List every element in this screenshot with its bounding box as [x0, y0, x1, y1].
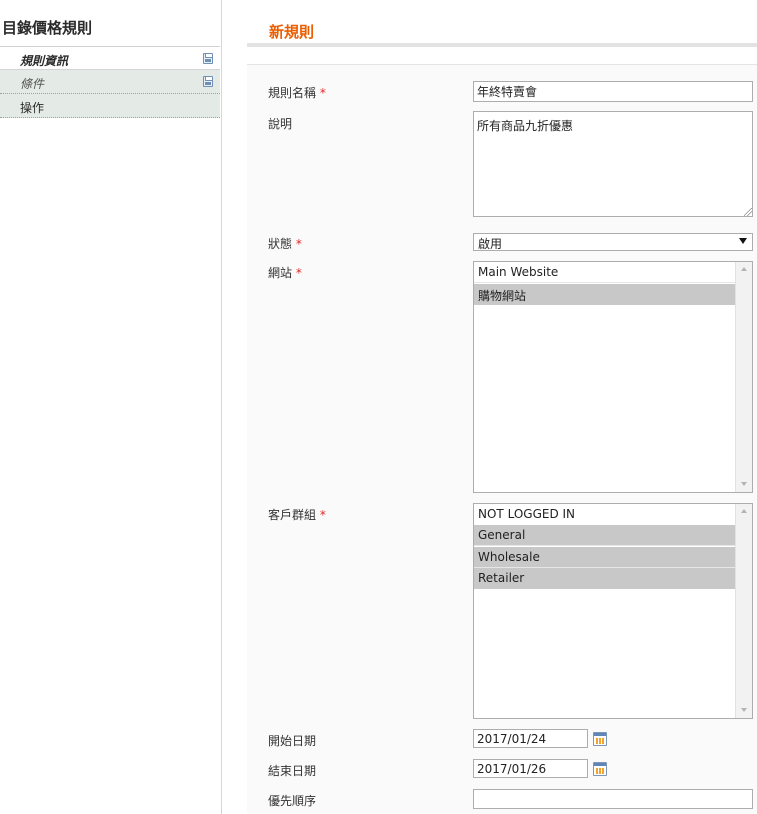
main-content: 新規則 規則名稱 * 說明 所有商品九折優惠 狀態 * 啟用 網站 * Main…: [247, 0, 757, 814]
sidebar-tabs: 規則資訊 條件 操作: [0, 46, 220, 118]
customer-groups-label-text: 客戶群組: [268, 508, 317, 522]
scroll-up-arrow-icon[interactable]: [741, 267, 747, 271]
customer-groups-scrollbar[interactable]: [735, 504, 752, 718]
rule-form: 規則名稱 * 說明 所有商品九折優惠 狀態 * 啟用 網站 * Main Web…: [247, 64, 757, 814]
websites-scrollbar[interactable]: [735, 262, 752, 492]
resize-handle-icon[interactable]: [744, 208, 752, 216]
tab-label: 規則資訊: [20, 54, 69, 68]
website-option-main-website[interactable]: Main Website: [474, 262, 735, 283]
from-date-input[interactable]: [473, 729, 588, 748]
website-option-shopping-site[interactable]: 購物網站: [474, 284, 735, 305]
to-date-input[interactable]: [473, 759, 588, 778]
tab-label: 條件: [20, 77, 45, 91]
websites-multiselect[interactable]: Main Website 購物網站: [473, 261, 753, 493]
required-mark: *: [295, 266, 302, 280]
save-icon: [203, 76, 213, 87]
sidebar-title: 目錄價格規則: [2, 19, 93, 37]
required-mark: *: [295, 237, 302, 251]
priority-label: 優先順序: [268, 794, 317, 808]
required-mark: *: [319, 86, 326, 100]
to-date-label: 結束日期: [268, 764, 317, 778]
page-title: 新規則: [269, 23, 315, 41]
sidebar-tab-actions[interactable]: 操作: [0, 94, 220, 118]
title-divider: [247, 43, 757, 47]
sidebar-tab-conditions[interactable]: 條件: [0, 70, 220, 94]
scroll-down-arrow-icon[interactable]: [741, 708, 747, 712]
customer-groups-multiselect[interactable]: NOT LOGGED IN General Wholesale Retailer: [473, 503, 753, 719]
rule-name-input[interactable]: [473, 81, 753, 102]
rule-name-label: 規則名稱 *: [268, 84, 326, 101]
customer-group-option-not-logged-in[interactable]: NOT LOGGED IN: [474, 504, 735, 525]
status-selected-value: 啟用: [478, 237, 503, 251]
priority-input[interactable]: [473, 789, 753, 809]
status-select[interactable]: 啟用: [473, 233, 753, 251]
customer-group-option-general[interactable]: General: [474, 525, 735, 546]
save-icon: [203, 53, 213, 64]
sidebar: 目錄價格規則 規則資訊 條件 操作: [0, 0, 222, 814]
sidebar-tab-rule-information[interactable]: 規則資訊: [0, 46, 220, 70]
calendar-icon[interactable]: [593, 732, 607, 746]
customer-group-option-retailer[interactable]: Retailer: [474, 568, 735, 589]
customer-group-option-wholesale[interactable]: Wholesale: [474, 547, 735, 568]
tab-label: 操作: [20, 101, 45, 115]
dropdown-arrow-icon: [739, 238, 747, 244]
required-mark: *: [319, 508, 326, 522]
websites-label: 網站 *: [268, 264, 302, 281]
customer-groups-label: 客戶群組 *: [268, 506, 326, 523]
description-textarea[interactable]: 所有商品九折優惠: [473, 111, 753, 217]
rule-name-label-text: 規則名稱: [268, 86, 317, 100]
scroll-up-arrow-icon[interactable]: [741, 509, 747, 513]
status-label: 狀態 *: [268, 235, 302, 252]
calendar-icon[interactable]: [593, 762, 607, 776]
scroll-down-arrow-icon[interactable]: [741, 482, 747, 486]
status-label-text: 狀態: [268, 237, 293, 251]
websites-label-text: 網站: [268, 266, 293, 280]
from-date-label: 開始日期: [268, 734, 317, 748]
description-label: 說明: [268, 117, 293, 131]
